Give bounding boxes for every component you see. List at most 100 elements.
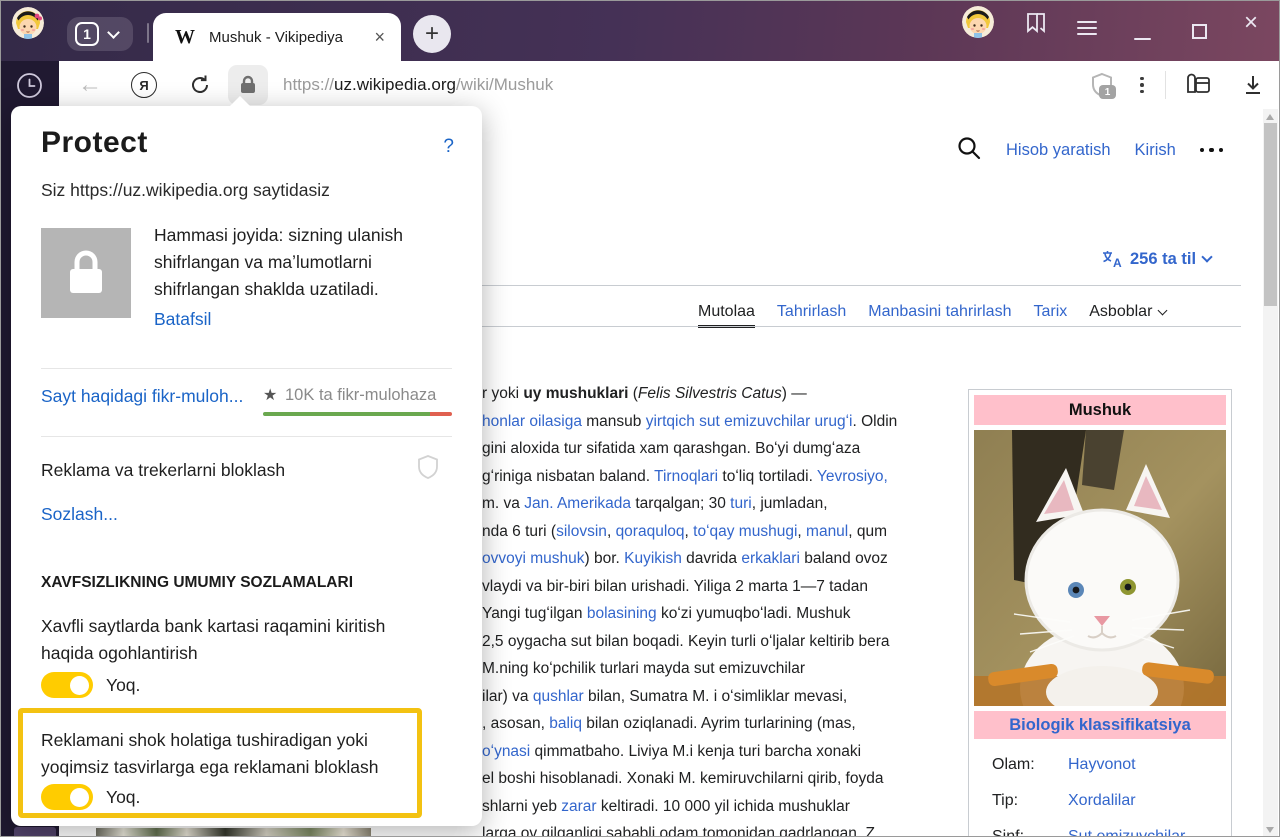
wiki-tab-manbasini-tahrirlash[interactable]: Manbasini tahrirlash <box>868 303 1011 321</box>
article-link[interactable]: yirtqich sut emizuvchilar urugʻi <box>646 413 853 430</box>
article-text-segment: gʻriniga nisbatan baland. <box>482 468 654 485</box>
shock-ads-toggle[interactable] <box>41 784 93 810</box>
article-line: gini aloxida tur sifatida xam qarashgan.… <box>482 435 897 463</box>
language-count-label: 256 ta til <box>1130 250 1196 269</box>
article-link[interactable]: baliq <box>549 715 582 732</box>
article-text-segment: qimmatbaho. Liviya M.i kenja turi barcha… <box>530 743 861 760</box>
tab-tools[interactable]: Asboblar <box>1089 303 1166 321</box>
article-link[interactable]: Kuyikish <box>624 550 682 567</box>
wiki-more-menu-icon[interactable] <box>1200 148 1224 153</box>
status-line: Hammasi joyida: sizning ulanish <box>154 222 454 249</box>
article-text-segment: shlarni yeb <box>482 798 561 815</box>
article-link[interactable]: erkaklari <box>741 550 800 567</box>
article-text-segment: M.ning koʻpchilik turlari mayda sut emiz… <box>482 660 805 677</box>
security-section-header: XAVFSIZLIKNING UMUMIY SOZLAMALARI <box>41 574 353 592</box>
article-link[interactable]: toʻqay mushugi <box>693 523 797 540</box>
adblock-settings-link[interactable]: Sozlash... <box>41 504 118 525</box>
site-feedback-link[interactable]: Sayt haqidagi fikr-muloh... <box>41 386 243 407</box>
reload-button[interactable] <box>186 71 214 99</box>
window-close-button[interactable]: × <box>1244 9 1258 37</box>
login-link[interactable]: Kirish <box>1135 141 1176 160</box>
taxonomy-value-link[interactable]: Hayvonot <box>1068 756 1136 774</box>
taxonomy-row: Tip:Xordalilar <box>974 783 1226 819</box>
bookmarks-panel-icon[interactable] <box>1023 10 1049 41</box>
article-link[interactable]: qoraquloq <box>616 523 685 540</box>
secure-lock-tile <box>41 228 131 318</box>
address-bar[interactable]: https://uz.wikipedia.org/wiki/Mushuk <box>283 73 553 97</box>
browser-tab[interactable]: W Mushuk - Vikipediya × <box>153 13 401 61</box>
profile-avatar-icon[interactable] <box>12 7 44 39</box>
lock-icon <box>64 249 108 297</box>
taxonomy-value-link[interactable]: Sut emizuvchilar <box>1068 828 1185 837</box>
create-account-link[interactable]: Hisob yaratish <box>1006 141 1111 160</box>
article-line: larga ov qilganligi sababli odam tomonid… <box>482 820 897 837</box>
star-icon: ★ <box>263 385 277 405</box>
species-infobox: Mushuk <box>968 389 1232 837</box>
taxonomy-label: Sinf: <box>992 828 1068 837</box>
article-line: 2,5 oygacha sut bilan boqadi. Keyin turl… <box>482 628 897 656</box>
article-link[interactable]: oʻynasi <box>482 743 530 760</box>
tools-chevron-down-icon <box>1158 305 1168 315</box>
scrollbar-thumb[interactable] <box>1264 123 1277 306</box>
article-link[interactable]: honlar oilasiga <box>482 413 582 430</box>
article-link[interactable]: bolasining <box>587 605 657 622</box>
menu-icon[interactable] <box>1077 21 1097 39</box>
bank-warning-toggle-label: Yoq. <box>106 675 140 696</box>
article-link[interactable]: Yevrosiyo, <box>817 468 888 485</box>
article-line: gʻriniga nisbatan baland. Tirnoqlari toʻ… <box>482 463 897 491</box>
article-text-segment: 2,5 oygacha sut bilan boqadi. Keyin turl… <box>482 633 890 650</box>
tab-counter-chevron-down-icon[interactable] <box>107 26 120 39</box>
profile-avatar-icon[interactable] <box>962 6 994 38</box>
article-text-segment: , qum <box>848 523 887 540</box>
help-link[interactable]: ? <box>443 136 454 158</box>
article-text-segment: el boshi hisoblanadi. Xonaki M. kemiruvc… <box>482 770 883 787</box>
wiki-tab-mutolaa[interactable]: Mutolaa <box>698 303 755 321</box>
article-link[interactable]: qushlar <box>533 688 584 705</box>
status-line: shifrlangan va maʼlumotlarni <box>154 249 454 276</box>
page-scrollbar[interactable] <box>1263 109 1278 837</box>
article-link[interactable]: turi <box>730 495 752 512</box>
tab-counter[interactable]: 1 <box>67 17 133 51</box>
tab-title: Mushuk - Vikipediya <box>209 29 343 46</box>
article-text-segment: mansub <box>582 413 646 430</box>
side-panels-icon[interactable] <box>1183 70 1213 100</box>
sidebar-bottom-button[interactable] <box>14 827 56 837</box>
scroll-down-arrow-icon[interactable] <box>1266 827 1274 833</box>
yandex-services-icon[interactable]: Я <box>131 72 157 98</box>
infobox-title: Mushuk <box>974 395 1226 425</box>
taxonomy-value-link[interactable]: Xordalilar <box>1068 792 1136 810</box>
article-link[interactable]: Jan. Amerikada <box>524 495 631 512</box>
search-icon[interactable] <box>956 135 982 166</box>
scroll-up-arrow-icon[interactable] <box>1266 114 1274 120</box>
article-text-segment: m. va <box>482 495 524 512</box>
tab-close-icon[interactable]: × <box>374 27 385 48</box>
toolbar-separator <box>1165 71 1166 99</box>
back-button[interactable]: ← <box>77 71 103 99</box>
wiki-tab-tarix[interactable]: Tarix <box>1033 303 1067 321</box>
article-link[interactable]: ovvoyi mushuk <box>482 550 585 567</box>
details-link[interactable]: Batafsil <box>154 309 211 330</box>
article-text-segment: uy mushuklari <box>523 385 628 402</box>
window-minimize-button[interactable] <box>1134 38 1151 40</box>
language-selector[interactable]: A 256 ta til <box>1101 245 1211 273</box>
article-link[interactable]: zarar <box>561 798 596 815</box>
window-maximize-button[interactable] <box>1192 24 1207 39</box>
downloads-icon[interactable] <box>1239 70 1267 100</box>
cat-photo[interactable] <box>974 430 1226 706</box>
article-line: honlar oilasiga mansub yirtqich sut emiz… <box>482 408 897 436</box>
article-link[interactable]: manul <box>806 523 848 540</box>
panel-caret <box>229 96 251 107</box>
wiki-tab-tahrirlash[interactable]: Tahrirlash <box>777 303 846 321</box>
shock-ads-text: Reklamani shok holatiga tushiradigan yok… <box>41 730 368 751</box>
article-text-segment: ) bor. <box>585 550 625 567</box>
article-image-partial <box>96 828 371 837</box>
more-options-icon[interactable] <box>1135 71 1149 99</box>
feedback-count: 10K ta fikr-mulohaza <box>285 386 436 405</box>
bank-warning-text: Xavfli saytlarda bank kartasi raqamini k… <box>41 616 385 637</box>
new-tab-button[interactable]: + <box>413 15 451 53</box>
browser-window: 1 W Mushuk - Vikipediya × + <box>0 0 1280 837</box>
history-icon[interactable] <box>16 72 43 104</box>
bank-warning-toggle[interactable] <box>41 672 93 698</box>
article-link[interactable]: silovsin <box>556 523 607 540</box>
article-link[interactable]: Tirnoqlari <box>654 468 718 485</box>
